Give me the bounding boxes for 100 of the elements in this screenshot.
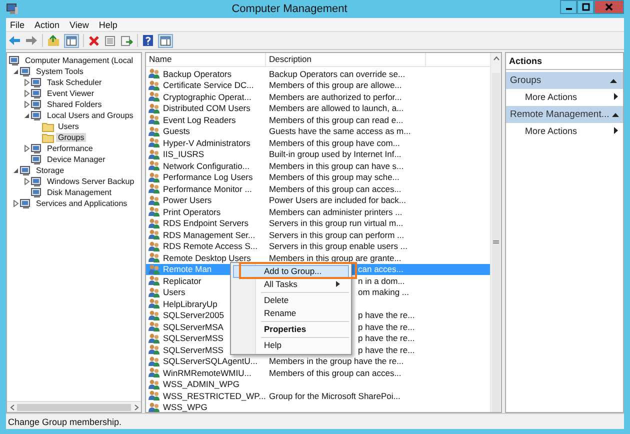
column-header[interactable]: Name [146, 53, 266, 66]
scroll-right-icon[interactable] [134, 404, 138, 410]
tree-item[interactable]: Services and Applications [34, 199, 130, 208]
group-name: Hyper-V Administrators [163, 138, 250, 148]
action-link[interactable]: More Actions [525, 126, 578, 136]
action-link[interactable]: More Actions [525, 92, 578, 102]
computer-icon [6, 3, 19, 15]
group-icon [148, 172, 160, 183]
expand-icon[interactable] [24, 178, 30, 185]
group-name: SQLServer2005 [163, 310, 224, 320]
properties-icon[interactable] [104, 34, 116, 46]
pane-icon[interactable] [64, 34, 79, 48]
menu-item[interactable]: All Tasks [233, 278, 349, 290]
tree-item[interactable]: Groups [56, 133, 86, 142]
submenu-arrow-icon [614, 127, 618, 134]
console-icon [31, 99, 43, 110]
minimize-button[interactable] [560, 0, 577, 14]
collapse-icon[interactable] [612, 112, 620, 117]
tree-item[interactable]: Task Scheduler [45, 78, 104, 87]
tree-item[interactable]: Windows Server Backup [45, 177, 136, 186]
group-description: p have the re... [358, 310, 415, 320]
console-icon [31, 176, 43, 187]
collapse-icon[interactable] [610, 78, 617, 83]
tree-item[interactable]: Event Viewer [45, 89, 96, 98]
console-icon [9, 55, 21, 66]
group-description: Members of this group can acces... [269, 368, 402, 378]
group-icon [148, 275, 160, 286]
tree-item[interactable]: Device Manager [45, 155, 108, 164]
group-description: Backup Operators can override se... [269, 68, 406, 79]
group-name: Users [163, 287, 186, 298]
group-icon [148, 91, 160, 102]
tree-item[interactable]: Shared Folders [45, 100, 104, 109]
group-name: Network Configuratio... [163, 160, 250, 171]
menu-item[interactable]: File [10, 20, 25, 30]
group-name: Remote Man [163, 264, 212, 274]
console-icon [31, 77, 43, 88]
console-icon [31, 154, 43, 165]
tree-item[interactable]: Disk Management [45, 188, 114, 197]
group-description: p have the re... [358, 333, 415, 344]
scrollbar[interactable] [490, 53, 501, 412]
expand-icon[interactable] [12, 200, 18, 207]
menu-item[interactable]: Properties [233, 322, 349, 336]
group-icon [148, 194, 160, 206]
menu-item[interactable]: Delete [233, 294, 349, 306]
scroll-up-icon[interactable] [492, 56, 500, 60]
group-name: WSS_WPG [163, 402, 208, 412]
menu-item[interactable]: Action [34, 20, 60, 30]
column-header[interactable]: Description [266, 53, 426, 66]
close-button[interactable] [594, 0, 624, 14]
group-icon [148, 378, 160, 390]
group-icon [148, 344, 160, 356]
group-icon [148, 264, 160, 275]
help-icon[interactable] [142, 34, 154, 47]
collapse-icon[interactable] [12, 168, 18, 174]
group-icon [148, 252, 160, 264]
group-icon [148, 148, 160, 160]
export-icon[interactable] [120, 34, 133, 46]
tree-item[interactable]: System Tools [34, 67, 86, 76]
submenu-arrow-icon [336, 281, 340, 287]
tree-item[interactable]: Local Users and Groups [45, 111, 136, 120]
group-icon [148, 240, 160, 252]
menu-item[interactable]: Help [98, 20, 118, 30]
group-description: Guests have the same access as m... [269, 126, 411, 136]
group-description: Servers in this group enable users ... [269, 241, 408, 252]
group-name: RDS Remote Access S... [163, 241, 258, 252]
tree-item[interactable]: Storage [34, 166, 66, 175]
section-header[interactable]: Groups [506, 72, 623, 89]
scroll-left-icon[interactable] [10, 404, 14, 410]
menu-item[interactable]: Rename [233, 306, 349, 320]
tree-item[interactable]: Computer Management (Local [23, 56, 136, 65]
forward-icon[interactable] [25, 35, 38, 46]
section-header[interactable]: Remote Management... [506, 106, 623, 123]
group-name: Cryptographic Operat... [163, 92, 252, 102]
collapse-icon[interactable] [12, 68, 18, 74]
group-icon [148, 68, 160, 80]
group-name: Remote Desktop Users [163, 252, 251, 263]
back-icon[interactable] [8, 35, 21, 46]
delete-icon[interactable] [88, 34, 100, 46]
menu-item[interactable]: Help [233, 338, 349, 352]
group-name: Power Users [163, 195, 212, 206]
group-icon [148, 402, 160, 412]
group-name: WinRMRemoteWMIU... [163, 368, 252, 378]
scrollbar[interactable] [7, 401, 141, 412]
menu-item[interactable]: View [70, 20, 89, 30]
group-name: RDS Endpoint Servers [163, 218, 249, 228]
group-name: Guests [163, 126, 190, 136]
tree-item[interactable]: Performance [45, 144, 95, 153]
expand-icon[interactable] [24, 145, 30, 152]
tree-item[interactable]: Users [56, 122, 81, 131]
action-pane-icon[interactable] [158, 34, 173, 48]
group-description: Servers in this group run virtual m... [269, 218, 404, 228]
group-description: Members in this group can have s... [269, 160, 404, 171]
grip-icon[interactable] [493, 240, 499, 245]
collapse-icon[interactable] [24, 112, 30, 118]
group-name: Backup Operators [163, 68, 232, 79]
folder-up-icon[interactable] [47, 34, 60, 46]
maximize-button[interactable] [577, 0, 594, 14]
console-icon [20, 198, 32, 209]
menu-item[interactable]: Add to Group... [233, 264, 349, 278]
console-icon [31, 88, 43, 99]
